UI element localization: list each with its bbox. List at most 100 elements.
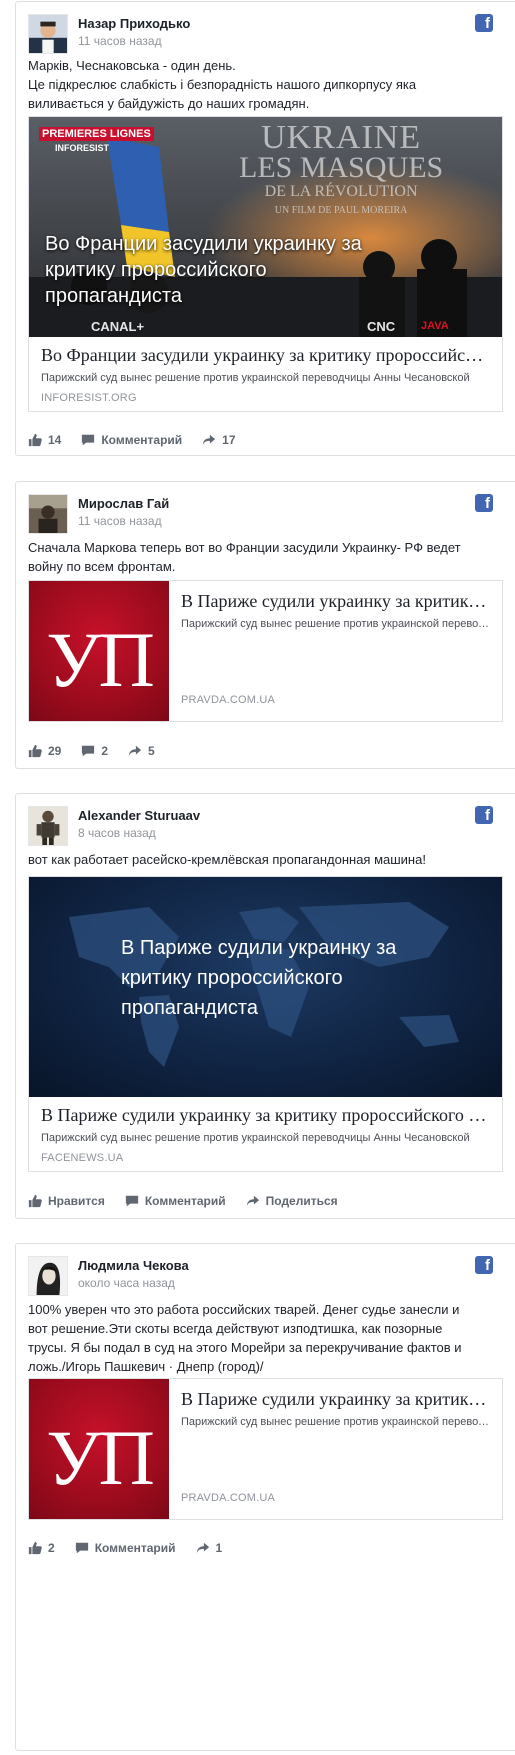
post-text-line: ложь./Игорь Пашкевич · Днепр (город)/ <box>28 1359 264 1374</box>
comment-button[interactable]: Комментарий <box>125 1194 226 1208</box>
avatar[interactable] <box>28 1256 68 1296</box>
post-text: Марків, Чеснаковська - один день. Це під… <box>28 56 503 113</box>
canal-logo: CANAL+ <box>91 319 145 334</box>
post-time[interactable]: 11 часов назад <box>78 514 162 528</box>
link-preview-description: Парижский суд вынес решение против украи… <box>181 1416 490 1428</box>
link-preview-card[interactable]: В Париже судили украинку за критику прор… <box>28 876 503 1172</box>
author-name[interactable]: Alexander Sturuaav <box>78 808 200 823</box>
comment-button[interactable]: Комментарий <box>81 433 182 447</box>
comment-label: Комментарий <box>144 1194 226 1208</box>
comment-label: Комментарий <box>101 433 183 447</box>
image-headline-line: В Париже судили украинку за <box>121 937 397 959</box>
comment-icon <box>75 1542 88 1554</box>
facebook-icon[interactable]: f <box>475 1256 493 1274</box>
post-actions: 14 Комментарий 17 <box>28 428 503 452</box>
like-button[interactable]: 2 <box>28 1541 55 1555</box>
brand-label: PREMIERES LIGNES <box>39 127 154 141</box>
image-headline: В Париже судили украинку за критику прор… <box>121 933 396 1023</box>
thumbs-up-icon <box>28 1541 42 1555</box>
link-preview-card[interactable]: УП В Париже судили украинку за критику п… <box>28 1378 503 1520</box>
like-button[interactable]: 14 <box>28 433 61 447</box>
image-headline-line: пропагандиста <box>45 285 182 307</box>
comment-icon <box>82 745 95 757</box>
film-credit: UN FILM DE PAUL MOREIRA <box>274 205 408 216</box>
link-preview-domain: PRAVDA.COM.UA <box>181 694 276 706</box>
up-logo-text: УП <box>46 1414 155 1501</box>
post-text-line: вот как работает расейско-кремлёвская пр… <box>28 852 426 867</box>
link-preview-text[interactable]: Во Франции засудили украинку за критику … <box>41 345 490 404</box>
link-preview-text[interactable]: В Париже судили украинку за критику прор… <box>41 1105 490 1164</box>
post-card: Людмила Чекова около часа назад f 100% у… <box>15 1243 515 1751</box>
link-preview-image[interactable]: УП <box>29 1379 169 1519</box>
comment-count: 2 <box>101 744 109 758</box>
film-title: UKRAINE LES MASQUES DE LA RÉVOLUTION UN … <box>239 119 444 221</box>
brand-sublabel: INFORESIST <box>55 143 110 153</box>
post-time[interactable]: 8 часов назад <box>78 826 156 840</box>
comment-button[interactable]: Комментарий <box>75 1541 176 1555</box>
up-logo: УП <box>29 1379 169 1519</box>
comment-button[interactable]: 2 <box>81 744 108 758</box>
post-actions: Нравится Комментарий Поделиться <box>28 1189 503 1213</box>
avatar[interactable] <box>28 494 68 534</box>
like-button[interactable]: 29 <box>28 744 61 758</box>
author-name[interactable]: Людмила Чекова <box>78 1258 189 1273</box>
film-title-line: UKRAINE <box>261 119 422 156</box>
java-logo: JAVA <box>421 320 449 332</box>
share-button[interactable]: 1 <box>196 1541 222 1555</box>
share-label: Поделиться <box>265 1194 338 1208</box>
image-headline-line: критику пророссийского <box>121 967 343 989</box>
avatar[interactable] <box>28 806 68 846</box>
image-headline-line: критику пророссийского <box>45 259 267 281</box>
link-preview-title[interactable]: Во Франции засудили украинку за критику … <box>41 345 490 366</box>
like-count: 29 <box>48 744 62 758</box>
up-logo: УП <box>29 581 169 721</box>
link-preview-card[interactable]: PREMIERES LIGNES INFORESIST UKRAINE LES … <box>28 116 503 412</box>
link-preview-title[interactable]: В Париже судили украинку за критику прор… <box>41 1105 490 1126</box>
share-arrow-icon <box>203 434 216 446</box>
post-header: Alexander Sturuaav 8 часов назад f <box>16 794 515 848</box>
link-preview-image[interactable]: УП <box>29 581 169 721</box>
like-label: Нравится <box>48 1194 105 1208</box>
facebook-icon[interactable]: f <box>475 806 493 824</box>
post-header: Людмила Чекова около часа назад f <box>16 1244 515 1298</box>
link-preview-title[interactable]: В Париже судили украинку за критику прор… <box>181 591 490 612</box>
post-card: Мирослав Гай 11 часов назад f Сначала Ма… <box>15 481 515 769</box>
post-text-line: Сначала Маркова теперь вот во Франции за… <box>28 540 461 555</box>
share-arrow-icon <box>128 745 142 757</box>
link-preview-text[interactable]: В Париже судили украинку за критику прор… <box>181 1389 490 1504</box>
like-button[interactable]: Нравится <box>28 1194 105 1208</box>
comment-label: Комментарий <box>94 1541 176 1555</box>
share-button[interactable]: 5 <box>128 744 155 758</box>
film-title-line: LES MASQUES <box>239 151 444 184</box>
facebook-icon[interactable]: f <box>475 494 493 512</box>
post-time[interactable]: 11 часов назад <box>78 34 162 48</box>
share-button[interactable]: 17 <box>202 433 236 447</box>
link-preview-card[interactable]: УП В Париже судили украинку за критику п… <box>28 580 503 722</box>
image-headline-line: пропагандиста <box>121 997 258 1019</box>
author-name[interactable]: Назар Приходько <box>78 16 190 31</box>
post-text: вот как работает расейско-кремлёвская пр… <box>28 850 503 869</box>
share-arrow-icon <box>196 1542 209 1554</box>
image-headline-line: Во Франции засудили украинку за <box>45 233 362 255</box>
share-button[interactable]: Поделиться <box>246 1194 338 1208</box>
comment-icon <box>82 434 95 446</box>
link-preview-domain: FACENEWS.UA <box>41 1152 124 1164</box>
link-preview-image[interactable]: В Париже судили украинку за критику прор… <box>29 877 502 1097</box>
link-preview-text[interactable]: В Париже судили украинку за критику прор… <box>181 591 490 706</box>
author-name[interactable]: Мирослав Гай <box>78 496 169 511</box>
link-preview-image[interactable]: PREMIERES LIGNES INFORESIST UKRAINE LES … <box>29 117 502 337</box>
post-text-line: трусы. Я бы подал в суд на этого Морейри… <box>28 1340 462 1355</box>
post-header: Назар Приходько 11 часов назад f <box>16 2 515 56</box>
link-preview-domain: PRAVDA.COM.UA <box>181 1492 276 1504</box>
facebook-icon[interactable]: f <box>475 14 493 32</box>
post-time[interactable]: около часа назад <box>78 1276 175 1290</box>
avatar[interactable] <box>28 14 68 54</box>
post-text-line: Марків, Чеснаковська - один день. <box>28 58 236 73</box>
cnc-logo: CNC <box>367 319 396 334</box>
post-text: 100% уверен что это работа российских тв… <box>28 1300 503 1376</box>
link-preview-description: Парижский суд вынес решение против украи… <box>181 618 490 630</box>
post-text-line: войну по всем фронтам. <box>28 559 176 574</box>
post-text-line: Це підкреслює слабкість і безпорадність … <box>28 77 417 92</box>
link-preview-title[interactable]: В Париже судили украинку за критику прор… <box>181 1389 490 1410</box>
like-count: 2 <box>48 1541 55 1555</box>
